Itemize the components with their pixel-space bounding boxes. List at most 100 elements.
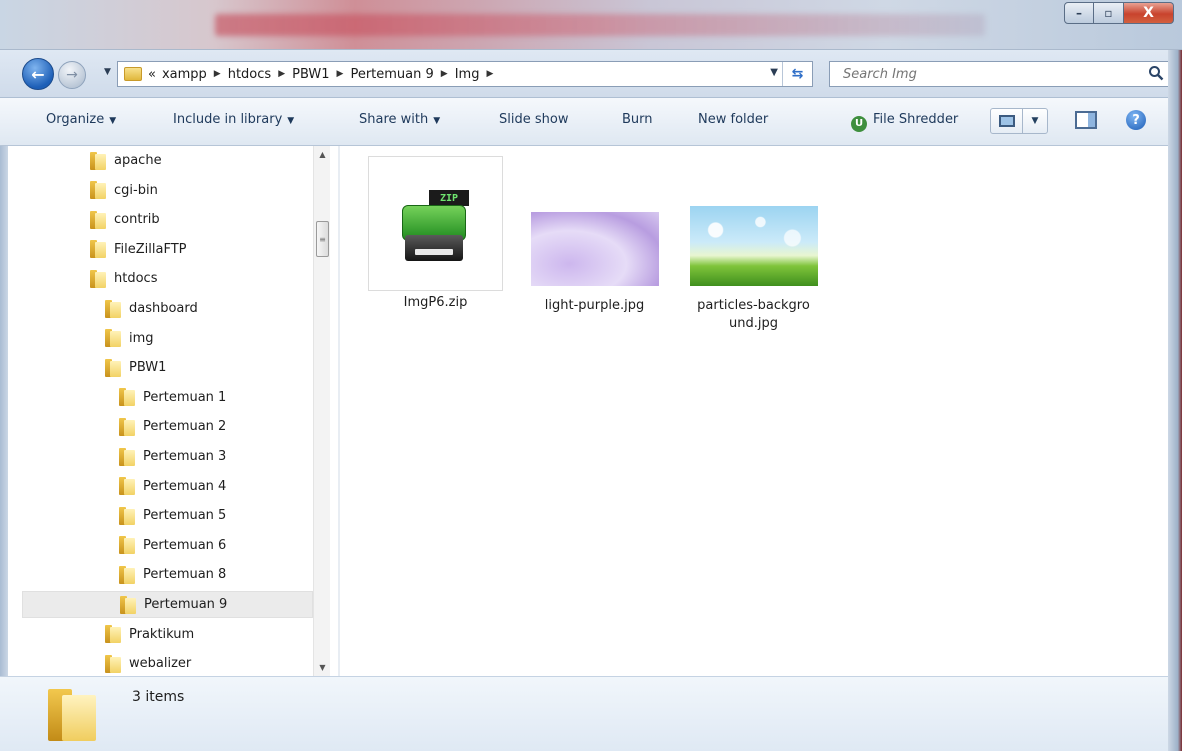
tree-item-label: Pertemuan 8	[143, 567, 227, 583]
address-bar[interactable]: « xampp ▶ htdocs ▶ PBW1 ▶ Pertemuan 9 ▶ Img ▶…	[117, 61, 813, 87]
tree-item[interactable]: Pertemuan 1	[119, 384, 226, 411]
tree-item[interactable]: Pertemuan 2	[119, 413, 226, 440]
folder-icon	[124, 67, 142, 81]
chevron-down-icon[interactable]: ▼	[1023, 109, 1047, 133]
tree-item[interactable]: Pertemuan 5	[119, 502, 226, 529]
item-count: 3 items	[132, 689, 185, 705]
tree-item[interactable]: htdocs	[90, 265, 157, 292]
maximize-button[interactable]: ▫	[1094, 2, 1124, 24]
new-folder-button[interactable]: New folder	[698, 112, 768, 127]
tree-item-label: Pertemuan 6	[143, 537, 227, 553]
file-item[interactable]: light-purple.jpg	[527, 212, 662, 315]
breadcrumb-pertemuan-9[interactable]: Pertemuan 9	[350, 67, 433, 82]
navigation-pane[interactable]: apache cgi-bin contrib FileZillaFTP htdocs da…	[22, 146, 337, 676]
file-name: particles-backgro und.jpg	[686, 297, 821, 333]
back-button[interactable]: ←	[22, 58, 54, 90]
tree-item[interactable]: apache	[90, 147, 162, 174]
chevron-right-icon[interactable]: ▶	[278, 69, 285, 79]
navigation-pane-scrollbar[interactable]: ▲ ≡ ▼	[313, 146, 330, 676]
close-button[interactable]: X	[1124, 2, 1174, 24]
change-view-button[interactable]: ▼	[990, 108, 1048, 134]
tree-item[interactable]: img	[105, 325, 154, 352]
folder-icon	[48, 689, 96, 741]
image-thumbnail	[689, 206, 818, 286]
chevron-right-icon[interactable]: ▶	[214, 69, 221, 79]
blurred-taskbar-area	[215, 14, 985, 36]
address-history-dropdown[interactable]: ▼	[770, 67, 778, 78]
tree-item-label: img	[129, 330, 154, 346]
search-icon[interactable]	[1148, 65, 1164, 81]
share-with-button[interactable]: Share with ▼	[359, 112, 440, 127]
recent-pages-dropdown[interactable]: ▼	[104, 67, 111, 77]
breadcrumb-img[interactable]: Img	[455, 67, 480, 82]
tree-item-label: Pertemuan 2	[143, 419, 227, 435]
chevron-down-icon: ▼	[287, 116, 295, 126]
tree-item[interactable]: cgi-bin	[90, 177, 158, 204]
folder-icon	[119, 417, 135, 436]
tree-item[interactable]: Pertemuan 3	[119, 443, 226, 470]
folder-icon	[105, 329, 121, 348]
chevron-right-icon[interactable]: ▶	[337, 69, 344, 79]
tree-item-label: cgi-bin	[114, 182, 158, 198]
folder-icon	[90, 151, 106, 170]
help-icon: ?	[1132, 112, 1140, 128]
window-frame-left	[0, 50, 8, 751]
search-input[interactable]	[830, 62, 1130, 86]
tree-item-label: Pertemuan 5	[143, 508, 227, 524]
scroll-up-arrow[interactable]: ▲	[314, 146, 331, 163]
tree-item[interactable]: Praktikum	[105, 621, 194, 648]
file-name: light-purple.jpg	[544, 298, 645, 313]
folder-icon	[90, 269, 106, 288]
folder-icon	[119, 477, 135, 496]
file-shredder-button[interactable]: U File Shredder	[851, 112, 958, 132]
tree-item[interactable]: dashboard	[105, 295, 198, 322]
folder-icon	[119, 388, 135, 407]
slide-show-button[interactable]: Slide show	[499, 112, 568, 127]
tree-item[interactable]: Pertemuan 4	[119, 473, 226, 500]
scroll-down-arrow[interactable]: ▼	[314, 659, 331, 676]
file-name-line: und.jpg	[729, 316, 778, 331]
file-list: ZIP ImgP6.zip light-purple.jpg particles…	[340, 146, 1168, 676]
file-name: ImgP6.zip	[403, 295, 468, 310]
breadcrumb-xampp[interactable]: xampp	[162, 67, 207, 82]
breadcrumb-overflow[interactable]: «	[148, 67, 156, 82]
folder-icon	[90, 240, 106, 259]
tree-item[interactable]: webalizer	[105, 650, 191, 676]
folder-icon	[105, 654, 121, 673]
tree-item-label: apache	[114, 153, 162, 168]
tree-item[interactable]: PBW1	[105, 354, 166, 381]
tree-item-label: Pertemuan 9	[144, 597, 228, 612]
folder-icon	[90, 210, 106, 229]
help-button[interactable]: ?	[1126, 110, 1146, 130]
scrollbar-thumb[interactable]: ≡	[316, 221, 329, 257]
view-icon[interactable]	[991, 109, 1023, 133]
folder-icon	[105, 299, 121, 318]
image-thumbnail	[530, 212, 659, 286]
share-with-label: Share with	[359, 112, 429, 127]
folder-icon	[119, 565, 135, 584]
tree-item[interactable]: Pertemuan 8	[119, 561, 226, 588]
chevron-right-icon[interactable]: ▶	[441, 69, 448, 79]
forward-button[interactable]: →	[58, 61, 86, 89]
breadcrumb: xampp ▶ htdocs ▶ PBW1 ▶ Pertemuan 9 ▶ Img ▶	[162, 67, 500, 82]
chevron-down-icon: ▼	[433, 116, 441, 126]
window-controls: – ▫ X	[1064, 2, 1174, 24]
folder-icon	[119, 536, 135, 555]
include-in-library-button[interactable]: Include in library ▼	[173, 112, 294, 127]
tree-item[interactable]: Pertemuan 6	[119, 532, 226, 559]
burn-button[interactable]: Burn	[622, 112, 653, 127]
tree-item[interactable]: Pertemuan 9	[22, 591, 313, 618]
chevron-right-icon[interactable]: ▶	[486, 69, 493, 79]
organize-button[interactable]: Organize ▼	[46, 112, 116, 127]
preview-pane-button[interactable]	[1075, 111, 1097, 129]
file-item[interactable]: ZIP ImgP6.zip	[368, 156, 503, 312]
breadcrumb-htdocs[interactable]: htdocs	[228, 67, 271, 82]
search-box[interactable]	[829, 61, 1171, 87]
breadcrumb-pbw1[interactable]: PBW1	[292, 67, 329, 82]
organize-label: Organize	[46, 112, 105, 127]
file-item[interactable]: particles-backgro und.jpg	[686, 206, 821, 333]
tree-item[interactable]: contrib	[90, 206, 160, 233]
refresh-button[interactable]: ⇆	[782, 62, 812, 86]
tree-item[interactable]: FileZillaFTP	[90, 236, 187, 263]
minimize-button[interactable]: –	[1064, 2, 1094, 24]
